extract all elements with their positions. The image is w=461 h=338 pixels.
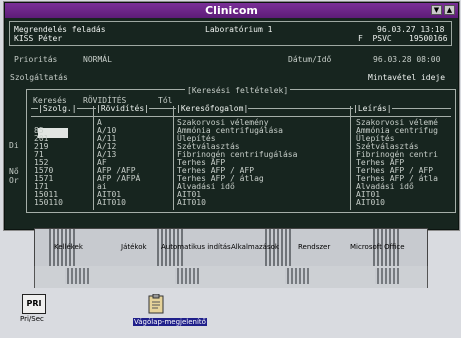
column-divider-2	[173, 106, 174, 210]
header-code: 19500166	[409, 34, 448, 43]
header-user: KISS Péter	[14, 34, 63, 43]
result-cell[interactable]: AIT010	[97, 199, 126, 207]
group-alkalmazasok[interactable]: Alkalmazások	[231, 243, 279, 251]
desktop-icon-clipboard[interactable]: Vágólap-megjelenítő	[133, 293, 207, 326]
col-header-abbrev[interactable]: |Rövidítés|	[96, 104, 150, 113]
dialog-title: [Keresési feltételek]	[185, 86, 291, 95]
service-label: Szolgáltatás	[10, 73, 68, 82]
program-group-panel: Kellékek Játékok Automatikus indítás Alk…	[34, 228, 428, 267]
clinicom-window: Clinicom ▼ ▲ Megrendelés feladás KISS Pé…	[4, 2, 459, 230]
priority-field[interactable]: NORMÁL	[83, 55, 112, 64]
side-label-1: Di	[9, 141, 19, 150]
side-label-2: Nő	[9, 167, 19, 176]
result-cell[interactable]: 150110	[34, 199, 63, 207]
header-department: Laboratórium 1	[205, 25, 273, 34]
priority-label: Prioritás	[14, 55, 58, 64]
group-rendszer[interactable]: Rendszer	[298, 243, 330, 251]
panel-lower-area	[34, 266, 428, 288]
date-field[interactable]: 96.03.28 08:00	[373, 55, 440, 64]
group-msoffice[interactable]: Microsoft Office	[350, 243, 405, 251]
col-header-service[interactable]: |Szolg.|	[38, 104, 77, 113]
column-divider-1	[93, 106, 94, 210]
stripe-decor-8	[375, 268, 399, 284]
maximize-button[interactable]: ▲	[444, 5, 455, 15]
clipboard-icon	[148, 293, 164, 314]
date-label: Dátum/Idő	[288, 55, 332, 64]
desktop-icon-prisec[interactable]: PRI Pri/Sec	[20, 294, 46, 323]
group-autostart[interactable]: Automatikus indítás	[161, 243, 231, 251]
sampling-time-label: Mintavétel ideje	[368, 73, 446, 82]
stripe-decor-6	[175, 268, 199, 284]
column-header-bottom-line	[31, 116, 451, 117]
header-flags: F PSVC	[358, 34, 392, 43]
header-module: Megrendelés feladás	[14, 25, 106, 34]
result-cell[interactable]: AIT010	[177, 199, 206, 207]
stripe-decor-5	[65, 268, 89, 284]
search-from-label: Tól	[158, 96, 173, 105]
pri-app-icon: PRI	[22, 294, 46, 314]
result-cell[interactable]: AIT010	[356, 199, 385, 207]
group-kellekek[interactable]: Kellékek	[54, 243, 83, 251]
column-divider-3	[350, 106, 351, 210]
title-bar[interactable]: Clinicom ▼ ▲	[5, 3, 458, 18]
minimize-button[interactable]: ▼	[431, 5, 442, 15]
stripe-decor-7	[285, 268, 309, 284]
window-title: Clinicom	[205, 4, 258, 17]
col-header-description[interactable]: |Leírás|	[353, 104, 392, 113]
group-jatekok[interactable]: Játékok	[121, 243, 147, 251]
side-label-3: Or	[9, 176, 19, 185]
desktop-icon-prisec-label: Pri/Sec	[20, 315, 44, 323]
desktop-icon-clipboard-label: Vágólap-megjelenítő	[133, 318, 207, 326]
header-datetime: 96.03.27 13:18	[377, 25, 445, 34]
col-header-term[interactable]: |Keresőfogalom|	[176, 104, 249, 113]
